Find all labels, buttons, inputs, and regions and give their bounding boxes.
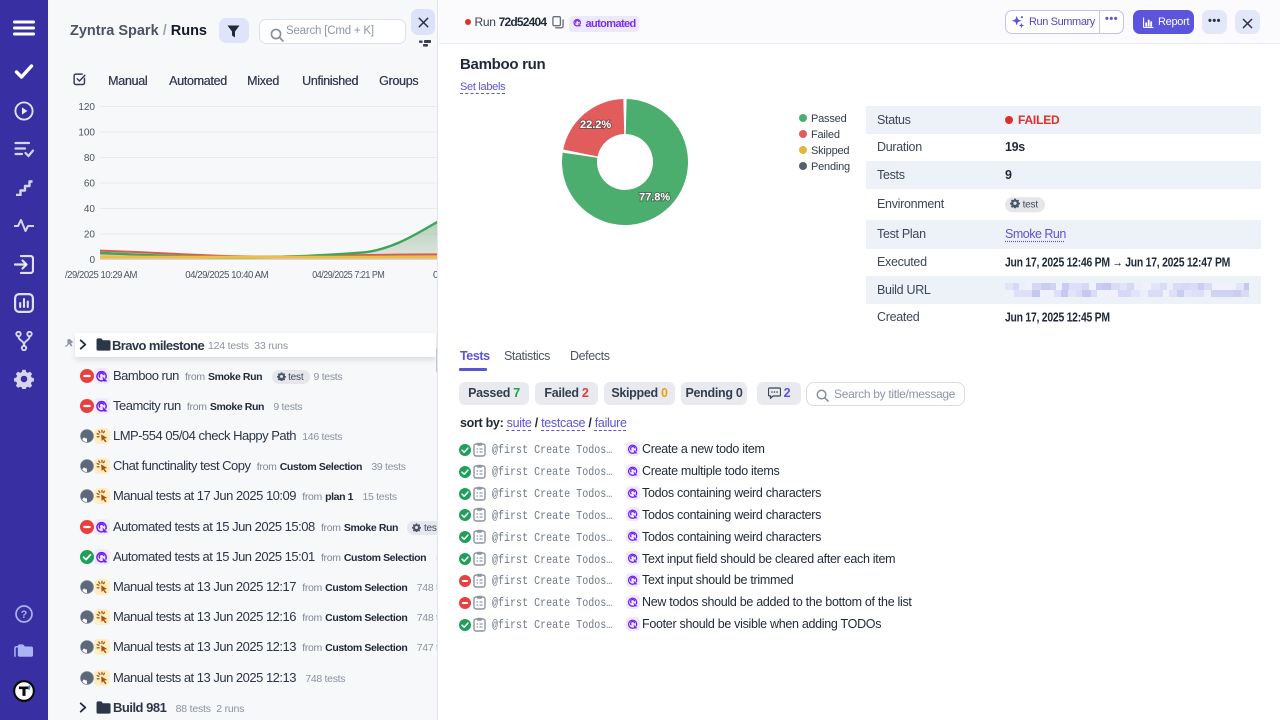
svg-text:40: 40 — [84, 204, 96, 215]
svg-text:?: ? — [21, 609, 28, 621]
svg-text:04/29/2025 7:21 PM: 04/29/2025 7:21 PM — [312, 270, 384, 281]
svg-text:22.2%: 22.2% — [580, 119, 611, 131]
svg-text:120: 120 — [78, 102, 95, 113]
svg-text:60: 60 — [84, 179, 96, 190]
svg-text:80: 80 — [84, 153, 96, 164]
svg-text:77.8%: 77.8% — [639, 192, 670, 204]
svg-text:04/29/2025 10:40 AM: 04/29/2025 10:40 AM — [185, 270, 268, 281]
svg-text:100: 100 — [78, 128, 95, 139]
svg-text:/29/2025 10:29 AM: /29/2025 10:29 AM — [65, 270, 137, 281]
svg-text:04: 04 — [433, 270, 438, 281]
svg-text:20: 20 — [84, 230, 96, 241]
svg-text:0: 0 — [89, 255, 95, 266]
